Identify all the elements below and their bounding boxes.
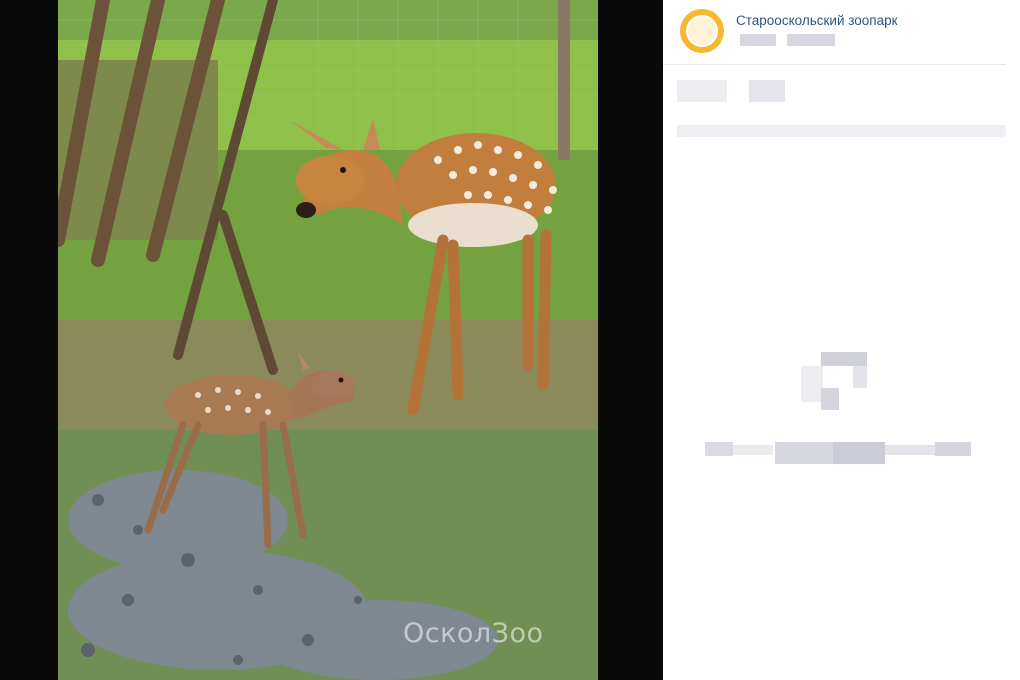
photo-watermark: ОсколЗоо (403, 618, 544, 649)
redacted-date-part (740, 34, 776, 46)
post-side-panel: Старооскольский зоопарк (663, 0, 1007, 680)
post-header: Старооскольский зоопарк (663, 0, 1006, 65)
photo-viewer: ОсколЗоо (0, 0, 663, 680)
redacted-word (677, 80, 727, 102)
redacted-time-part (787, 34, 835, 46)
comments-empty-state (663, 130, 1006, 530)
zoo-logo-icon[interactable] (680, 9, 724, 53)
scrollbar-track[interactable] (1006, 0, 1020, 680)
deer-photo-image (58, 0, 598, 680)
avatar-inner (686, 15, 718, 47)
post-photo[interactable]: ОсколЗоо (58, 0, 598, 680)
redacted-word (749, 80, 785, 102)
post-author-link[interactable]: Старооскольский зоопарк (736, 13, 898, 28)
